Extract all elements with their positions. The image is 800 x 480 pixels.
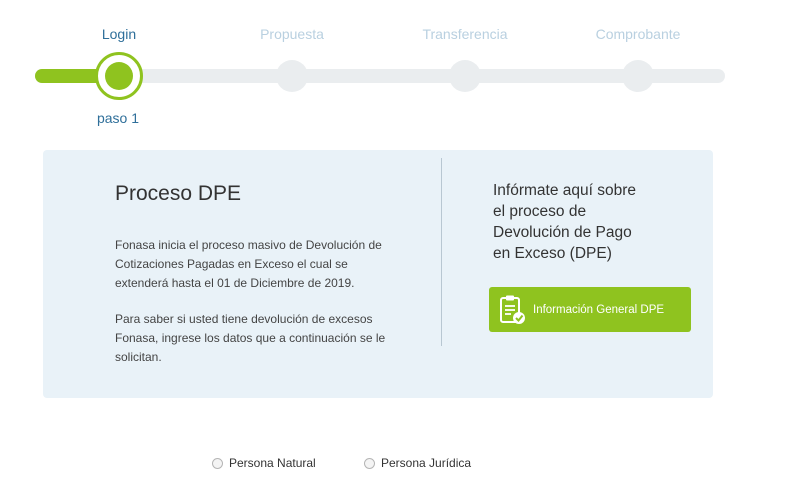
dpe-button-label: Información General DPE bbox=[533, 303, 665, 316]
clipboard-check-icon bbox=[500, 295, 525, 324]
paragraph-2-line-1: Para saber si usted tiene devolución de … bbox=[115, 312, 373, 326]
step-comprobante-label: Comprobante bbox=[595, 26, 681, 42]
dpe-info-heading-line-2: el proceso de bbox=[493, 203, 587, 220]
step-propuesta-label: Propuesta bbox=[260, 26, 324, 42]
persona-natural-option[interactable]: Persona Natural bbox=[212, 456, 316, 470]
step-transferencia-label: Transferencia bbox=[422, 26, 508, 42]
paragraph-1-line-3: extenderá hasta el 01 de Diciembre de 20… bbox=[115, 276, 355, 290]
paragraph-2-line-3: solicitan. bbox=[115, 350, 162, 364]
dpe-info-heading-line-4: en Exceso (DPE) bbox=[493, 245, 612, 262]
step-transferencia-dot bbox=[449, 60, 481, 92]
persona-natural-radio[interactable] bbox=[212, 457, 223, 469]
dpe-info-panel: Proceso DPE Fonasa inicia el proceso mas… bbox=[43, 150, 713, 398]
dpe-info-heading-line-1: Infórmate aquí sobre bbox=[493, 182, 637, 199]
page: Login Propuesta Transferencia Comprobant… bbox=[0, 0, 800, 480]
paragraph-1-line-1: Fonasa inicia el proceso masivo de Devol… bbox=[115, 238, 382, 252]
panel-divider bbox=[441, 158, 442, 346]
persona-natural-label: Persona Natural bbox=[229, 456, 316, 470]
progress-stepper: Login Propuesta Transferencia Comprobant… bbox=[0, 0, 800, 140]
dpe-info-heading-line-3: Devolución de Pago bbox=[493, 224, 632, 241]
step-login-dot bbox=[105, 62, 133, 90]
step-propuesta-dot bbox=[276, 60, 308, 92]
paragraph-2-line-2: Fonasa, ingrese los datos que a continua… bbox=[115, 331, 386, 345]
panel-paragraph-1: Fonasa inicia el proceso masivo de Devol… bbox=[115, 236, 415, 293]
step-comprobante-dot bbox=[622, 60, 654, 92]
persona-juridica-label: Persona Jurídica bbox=[381, 456, 472, 470]
persona-juridica-radio[interactable] bbox=[364, 457, 375, 469]
step-login-label: Login bbox=[101, 26, 137, 42]
dpe-info-heading: Infórmate aquí sobre el proceso de Devol… bbox=[493, 180, 693, 264]
paragraph-1-line-2: Cotizaciones Pagadas en Exceso el cual s… bbox=[115, 257, 348, 271]
persona-juridica-option[interactable]: Persona Jurídica bbox=[364, 456, 471, 470]
current-step-text: paso 1 bbox=[96, 110, 140, 126]
panel-title: Proceso DPE bbox=[115, 182, 242, 205]
informacion-general-dpe-button[interactable]: Información General DPE bbox=[489, 287, 691, 332]
panel-paragraph-2: Para saber si usted tiene devolución de … bbox=[115, 310, 415, 367]
